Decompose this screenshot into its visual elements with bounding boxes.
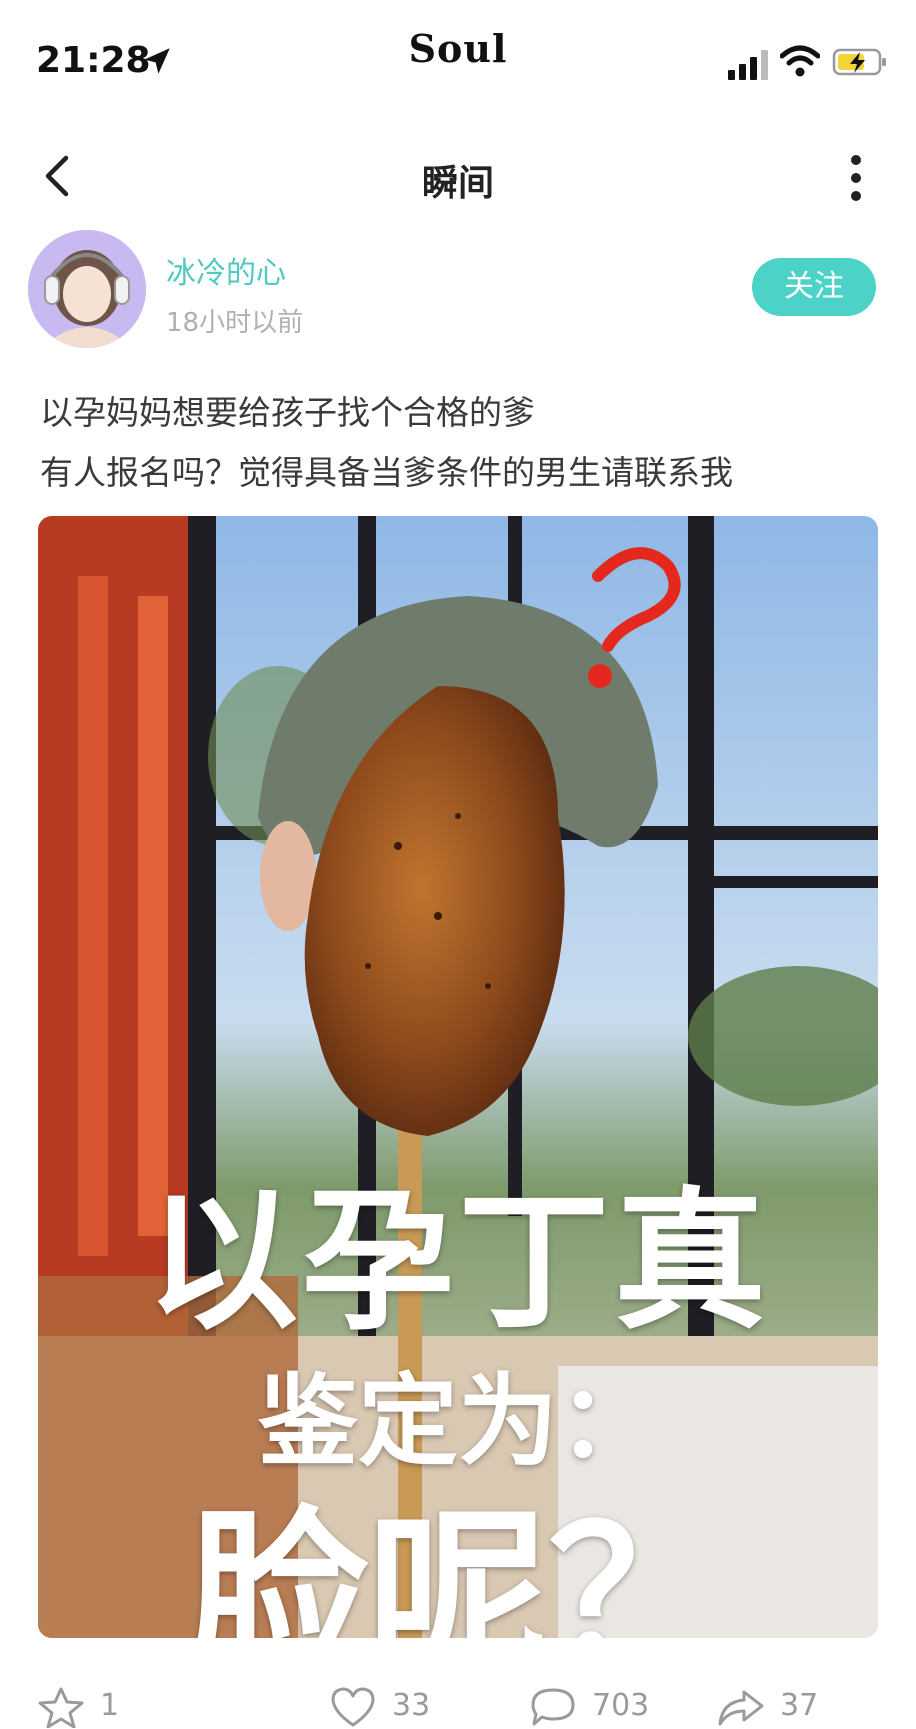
battery-charging-icon xyxy=(832,48,886,76)
overlay-text-line-1: 以孕丁真 xyxy=(146,1173,770,1350)
more-options-icon[interactable] xyxy=(836,150,876,206)
follow-button[interactable]: 关注 xyxy=(752,258,876,316)
app-brand: Soul xyxy=(408,26,508,71)
wifi-icon xyxy=(780,45,820,77)
cellular-signal-icon xyxy=(728,50,768,80)
share-arrow-icon xyxy=(718,1690,764,1726)
post-text-line-1: 以孕妈妈想要给孩子找个合格的爹 xyxy=(40,393,535,432)
comment-count: 703 xyxy=(592,1688,650,1723)
post-text-line-2: 有人报名吗？觉得具备当爹条件的男生请联系我 xyxy=(40,453,733,492)
page-title: 瞬间 xyxy=(421,163,494,204)
post-timestamp: 18小时以前 xyxy=(166,308,304,338)
author-avatar[interactable] xyxy=(28,230,146,348)
star-count: 1 xyxy=(100,1688,120,1723)
overlay-text-line-3: 脸呢？ xyxy=(187,1491,728,1638)
post-image[interactable]: 以孕丁真 鉴定为： 脸呢？ xyxy=(38,516,878,1638)
like-count: 33 xyxy=(392,1688,431,1723)
status-bar: 21:28 Soul xyxy=(0,0,916,120)
author-name[interactable]: 冰冷的心 xyxy=(166,248,286,292)
avatar-illustration xyxy=(28,230,146,348)
comment-bubble-icon xyxy=(531,1688,575,1726)
navigation-bar: 瞬间 xyxy=(0,130,916,220)
star-icon xyxy=(38,1687,84,1728)
share-count: 37 xyxy=(780,1688,819,1723)
heart-icon xyxy=(331,1687,375,1727)
